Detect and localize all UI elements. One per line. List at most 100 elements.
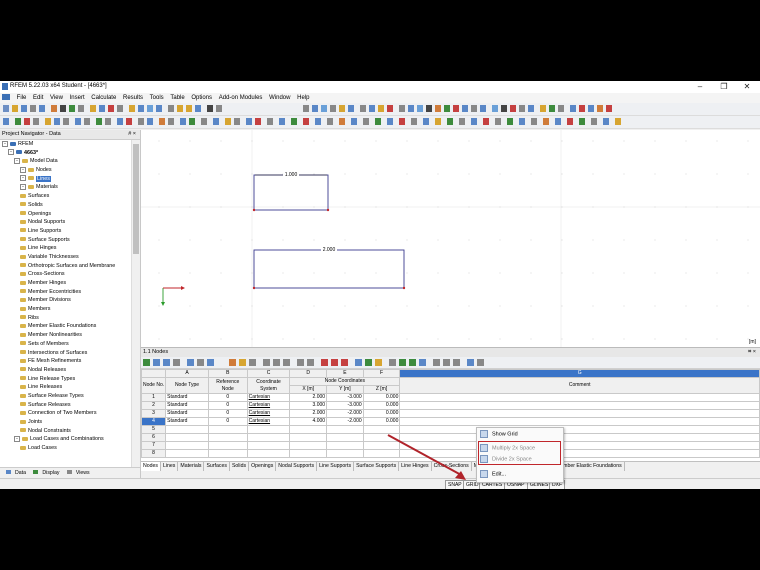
toolbar-icons-row-1[interactable]	[3, 105, 743, 113]
column-letter[interactable]: E	[326, 369, 364, 378]
table-cell[interactable]	[246, 449, 291, 458]
tree-item[interactable]: Nodal Releases	[0, 366, 130, 375]
table-cell[interactable]	[165, 441, 209, 450]
table-cell[interactable]: 0	[207, 393, 248, 402]
table-cell[interactable]: 7	[140, 441, 167, 450]
column-letter[interactable]: D	[289, 369, 328, 378]
table-cell[interactable]: -2.000	[326, 409, 364, 418]
table-cell[interactable]	[246, 441, 291, 450]
column-letter[interactable]: G	[399, 369, 760, 378]
tree-item[interactable]: Line Hinges	[0, 244, 130, 253]
navigator-close-icon[interactable]: # ×	[128, 130, 136, 139]
table-row[interactable]: 1 Standard 0 Cartesian 2.000 -3.000 0.000	[140, 393, 760, 402]
menu-item-edit[interactable]: Edit...	[480, 470, 560, 479]
tree-item[interactable]: Solids	[0, 201, 130, 210]
table-row[interactable]: 5	[140, 425, 760, 434]
menu-help[interactable]: Help	[297, 93, 309, 103]
tree-item[interactable]: Sets of Members	[0, 340, 130, 349]
tree-item[interactable]: Member Divisions	[0, 296, 130, 305]
tab-display[interactable]: Display	[30, 468, 59, 478]
expand-toggle-icon[interactable]: −	[8, 149, 14, 156]
expand-toggle-icon[interactable]: −	[14, 435, 20, 442]
table-cell[interactable]: 0.000	[362, 409, 401, 418]
navigator-scrollbar[interactable]	[131, 140, 140, 468]
table-cell[interactable]: 2.000	[289, 409, 328, 418]
status-snap[interactable]: SNAP	[445, 480, 465, 489]
table-cell[interactable]: Cartesian	[246, 401, 291, 410]
table-cell[interactable]: Cartesian	[246, 417, 291, 426]
tree-item[interactable]: − 4663*	[0, 149, 130, 158]
expand-toggle-icon[interactable]: −	[2, 140, 8, 147]
table-cell[interactable]	[326, 449, 364, 458]
menu-view[interactable]: View	[50, 93, 63, 103]
sheet-tab[interactable]: Nodal Supports	[276, 462, 318, 471]
tab-views[interactable]: Views	[64, 468, 90, 478]
menu-file[interactable]: File	[17, 93, 27, 103]
table-cell[interactable]	[207, 449, 248, 458]
table-cell[interactable]	[207, 441, 248, 450]
sheet-tab[interactable]: Cross-Sections	[432, 462, 472, 471]
sheet-tab[interactable]: Nodes	[141, 462, 161, 471]
menu-results[interactable]: Results	[123, 93, 143, 103]
table-cell[interactable]	[362, 441, 401, 450]
table-cell[interactable]	[399, 393, 760, 402]
table-cell[interactable]: Standard	[165, 409, 209, 418]
table-cell[interactable]: -2.000	[326, 417, 364, 426]
tree-item[interactable]: Surface Release Types	[0, 392, 130, 401]
column-letter[interactable]: F	[362, 369, 401, 378]
menu-addon-modules[interactable]: Add-on Modules	[219, 93, 263, 103]
tree-item[interactable]: Intersections of Surfaces	[0, 349, 130, 358]
tree-item[interactable]: − Materials	[0, 183, 130, 192]
tree-item[interactable]: − Load Cases and Combinations	[0, 435, 130, 444]
table-cell[interactable]	[165, 433, 209, 442]
table-cell[interactable]: 6	[140, 433, 167, 442]
table-cell[interactable]: Standard	[165, 401, 209, 410]
minimize-button[interactable]: –	[690, 82, 710, 91]
table-cell[interactable]	[399, 441, 760, 450]
table-cell[interactable]: -3.000	[326, 393, 364, 402]
table-cell[interactable]	[289, 449, 328, 458]
table-cell[interactable]	[207, 433, 248, 442]
table-cell[interactable]: 8	[140, 449, 167, 458]
table-row[interactable]: 7	[140, 441, 760, 450]
table-cell[interactable]	[326, 425, 364, 434]
table-cell[interactable]	[246, 433, 291, 442]
menu-window[interactable]: Window	[269, 93, 290, 103]
table-cell[interactable]	[207, 425, 248, 434]
table-cell[interactable]	[362, 449, 401, 458]
table-row[interactable]: 8	[140, 449, 760, 458]
table-cell[interactable]	[326, 433, 364, 442]
sheet-tab[interactable]: Member Elastic Foundations	[554, 462, 625, 471]
table-cell[interactable]: 1	[140, 393, 167, 402]
table-row[interactable]: 2 Standard 0 Cartesian 3.000 -3.000 0.000	[140, 401, 760, 410]
tree-item[interactable]: Joints	[0, 418, 130, 427]
table-cell[interactable]: 3	[140, 409, 167, 418]
tree-item[interactable]: Cross-Sections	[0, 270, 130, 279]
table-cell[interactable]: 0	[207, 409, 248, 418]
table-cell[interactable]	[399, 401, 760, 410]
tree-item[interactable]: Variable Thicknesses	[0, 253, 130, 262]
tree-item[interactable]: − RFEM	[0, 140, 130, 149]
tab-data[interactable]: Data	[3, 468, 26, 478]
table-cell[interactable]	[399, 409, 760, 418]
table-cell[interactable]	[289, 441, 328, 450]
sheet-tab[interactable]: Lines	[161, 462, 179, 471]
table-cell[interactable]	[289, 425, 328, 434]
menu-insert[interactable]: Insert	[70, 93, 85, 103]
table-cell[interactable]: 0.000	[362, 417, 401, 426]
menu-calculate[interactable]: Calculate	[91, 93, 116, 103]
tree-item[interactable]: Member Eccentricities	[0, 288, 130, 297]
sheet-tab[interactable]: Openings	[249, 462, 277, 471]
sheet-tab[interactable]: Surface Supports	[354, 462, 400, 471]
app-menu-icon[interactable]	[2, 94, 10, 101]
table-cell[interactable]	[399, 433, 760, 442]
table-cell[interactable]: Cartesian	[246, 393, 291, 402]
table-cell[interactable]: 0	[207, 417, 248, 426]
tree-item[interactable]: Member Nonlinearities	[0, 331, 130, 340]
tree-item[interactable]: Surfaces	[0, 192, 130, 201]
table-cell[interactable]: 0.000	[362, 401, 401, 410]
sheet-tab[interactable]: Line Hinges	[399, 462, 432, 471]
tree-item[interactable]: Member Elastic Foundations	[0, 322, 130, 331]
table-cell[interactable]: 2.000	[289, 393, 328, 402]
close-button[interactable]: ✕	[737, 82, 757, 91]
